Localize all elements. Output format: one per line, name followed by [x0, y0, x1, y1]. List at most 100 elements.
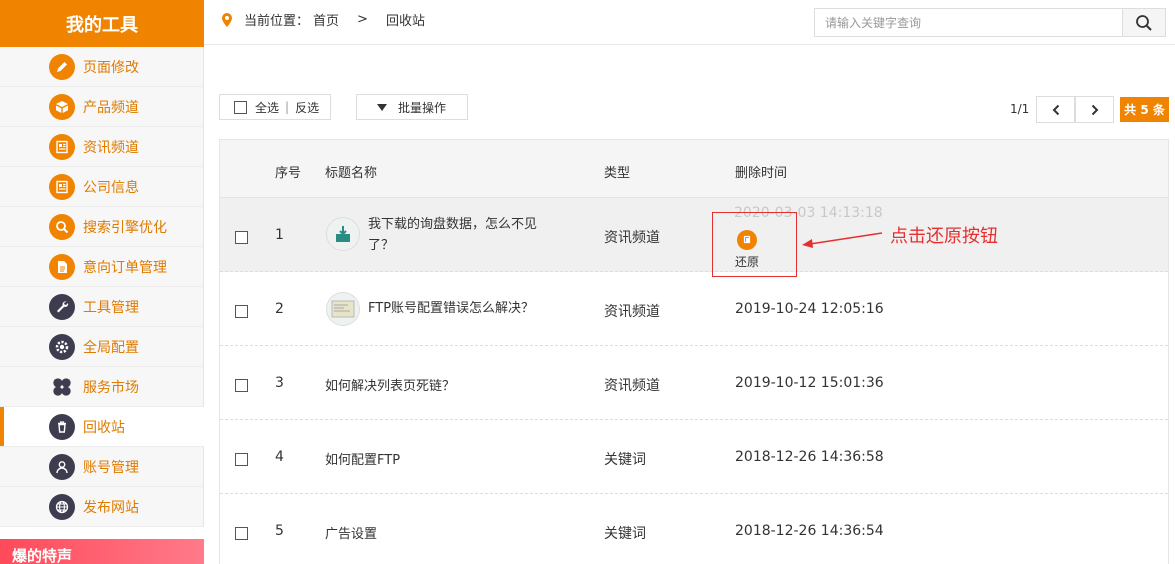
- sidebar-item-orders[interactable]: 意向订单管理: [0, 247, 204, 287]
- location-pin-icon: [222, 12, 232, 27]
- sidebar: 我的工具 页面修改 产品频道 资讯频道 公司信息 搜索引擎优化 意向订单管理 工…: [0, 0, 204, 564]
- row-title: 如何配置FTP: [325, 453, 401, 468]
- user-icon: [49, 453, 75, 480]
- search-icon: [1136, 14, 1152, 31]
- sidebar-item-label: 意向订单管理: [83, 259, 167, 276]
- sidebar-item-accounts[interactable]: 账号管理: [0, 447, 204, 487]
- select-divider: |: [285, 100, 290, 114]
- row-index: 4: [275, 449, 284, 465]
- clover-icon: [49, 374, 75, 400]
- row-type: 资讯频道: [604, 304, 660, 320]
- screenshot-thumbnail-icon: [331, 300, 355, 318]
- row-checkbox[interactable]: [235, 379, 248, 392]
- breadcrumb-current: 回收站: [385, 14, 425, 29]
- row-title: 广告设置: [325, 527, 378, 542]
- search-input[interactable]: [814, 8, 1122, 37]
- row-type: 资讯频道: [604, 378, 660, 394]
- sidebar-item-publish-site[interactable]: 发布网站: [0, 487, 204, 527]
- row-checkbox[interactable]: [235, 527, 248, 540]
- sidebar-item-tools[interactable]: 工具管理: [0, 287, 204, 327]
- header-deleted-time: 删除时间: [735, 166, 788, 181]
- sidebar-item-news[interactable]: 资讯频道: [0, 127, 204, 167]
- row-title: 我下载的询盘数据，怎么不见了？: [368, 217, 538, 253]
- row-type: 资讯频道: [604, 230, 660, 246]
- header-type: 类型: [604, 166, 631, 181]
- sidebar-item-global-config[interactable]: 全局配置: [0, 327, 204, 367]
- row-type: 关键词: [604, 526, 646, 542]
- globe-icon: [49, 493, 75, 520]
- row-deleted-time: 2019-10-12 15:01:36: [735, 375, 884, 391]
- sidebar-item-products[interactable]: 产品频道: [0, 87, 204, 127]
- newspaper-icon: [49, 173, 75, 200]
- row-deleted-time: 2018-12-26 14:36:54: [735, 523, 884, 539]
- row-index: 2: [275, 301, 284, 317]
- select-all-button[interactable]: 全选: [255, 99, 279, 116]
- caret-down-icon: [377, 103, 387, 111]
- annotation-arrow-icon: [802, 232, 883, 248]
- next-page-button[interactable]: [1075, 96, 1114, 123]
- search-button[interactable]: [1122, 8, 1166, 37]
- chevron-right-icon: [1091, 104, 1098, 115]
- table-header: 序号 标题名称 类型 删除时间: [220, 140, 1168, 198]
- row-index: 5: [275, 523, 284, 539]
- table-row[interactable]: 5 广告设置 关键词 2018-12-26 14:36:54: [220, 494, 1168, 564]
- sidebar-banner[interactable]: 爆的特声: [0, 539, 204, 564]
- sidebar-item-service-market[interactable]: 服务市场: [0, 367, 204, 407]
- sidebar-item-label: 发布网站: [83, 499, 139, 516]
- prev-page-button[interactable]: [1036, 96, 1075, 123]
- row-title: FTP账号配置错误怎么解决？: [368, 301, 535, 316]
- restore-label: 还原: [735, 255, 760, 269]
- header-index: 序号: [275, 166, 302, 181]
- table-row[interactable]: 3 如何解决列表页死链？ 资讯频道 2019-10-12 15:01:36: [220, 346, 1168, 420]
- recycle-table: 序号 标题名称 类型 删除时间 1 我下载的询盘数据，怎么不见了？ 资讯频道 2…: [219, 139, 1169, 564]
- document-icon: [49, 253, 75, 280]
- sidebar-item-label: 搜索引擎优化: [83, 219, 167, 236]
- row-deleted-time: 2018-12-26 14:36:58: [735, 449, 884, 465]
- row-type: 关键词: [604, 452, 646, 468]
- sidebar-item-label: 公司信息: [83, 179, 139, 196]
- sidebar-item-label: 产品频道: [83, 99, 139, 116]
- total-count-badge: 共 5 条: [1120, 97, 1169, 122]
- sidebar-item-label: 全局配置: [83, 339, 139, 356]
- page-indicator: 1/1: [1010, 102, 1030, 116]
- row-title: 如何解决列表页死链？: [325, 379, 456, 394]
- select-all-checkbox[interactable]: [234, 100, 247, 114]
- sidebar-item-page-edit[interactable]: 页面修改: [0, 47, 204, 87]
- sidebar-item-label: 资讯频道: [83, 139, 139, 156]
- sidebar-item-label: 页面修改: [83, 59, 139, 76]
- header-title: 标题名称: [325, 166, 378, 181]
- sidebar-item-seo[interactable]: 搜索引擎优化: [0, 207, 204, 247]
- row-index: 1: [275, 227, 284, 243]
- row-deleted-time: 2019-10-24 12:05:16: [735, 301, 884, 317]
- newspaper-icon: [49, 133, 75, 160]
- row-checkbox[interactable]: [235, 231, 248, 244]
- sidebar-item-label: 工具管理: [83, 299, 139, 316]
- row-thumbnail: [326, 292, 360, 326]
- table-row[interactable]: 1 我下载的询盘数据，怎么不见了？ 资讯频道: [220, 198, 1168, 272]
- table-row[interactable]: 4 如何配置FTP 关键词 2018-12-26 14:36:58: [220, 420, 1168, 494]
- restore-icon: [737, 230, 757, 250]
- breadcrumb-prefix: 当前位置：: [244, 14, 310, 29]
- invert-selection-button[interactable]: 反选: [295, 99, 319, 116]
- batch-operation-label: 批量操作: [398, 100, 447, 115]
- sidebar-item-label: 账号管理: [83, 459, 139, 476]
- sidebar-item-label: 回收站: [83, 419, 125, 436]
- row-checkbox[interactable]: [235, 305, 248, 318]
- sidebar-item-label: 服务市场: [83, 379, 139, 396]
- sidebar-item-company-info[interactable]: 公司信息: [0, 167, 204, 207]
- breadcrumb: 当前位置： 首页 > 回收站: [220, 10, 425, 29]
- restore-button[interactable]: 还原: [735, 230, 759, 270]
- table-row[interactable]: 2 FTP账号配置错误怎么解决？ 资讯频道 2019-10-24 12:05:1…: [220, 272, 1168, 346]
- row-index: 3: [275, 375, 284, 391]
- download-box-icon: [336, 226, 350, 242]
- search-icon: [49, 213, 75, 240]
- trash-icon: [49, 413, 75, 440]
- row-thumbnail: [326, 217, 360, 251]
- row-checkbox[interactable]: [235, 453, 248, 466]
- sidebar-item-recycle-bin[interactable]: 回收站: [0, 407, 204, 447]
- pencil-icon: [49, 53, 75, 80]
- gear-icon: [49, 333, 75, 360]
- batch-operation-button[interactable]: 批量操作: [356, 94, 468, 120]
- search-box: [814, 8, 1166, 37]
- breadcrumb-home[interactable]: 首页: [313, 10, 339, 29]
